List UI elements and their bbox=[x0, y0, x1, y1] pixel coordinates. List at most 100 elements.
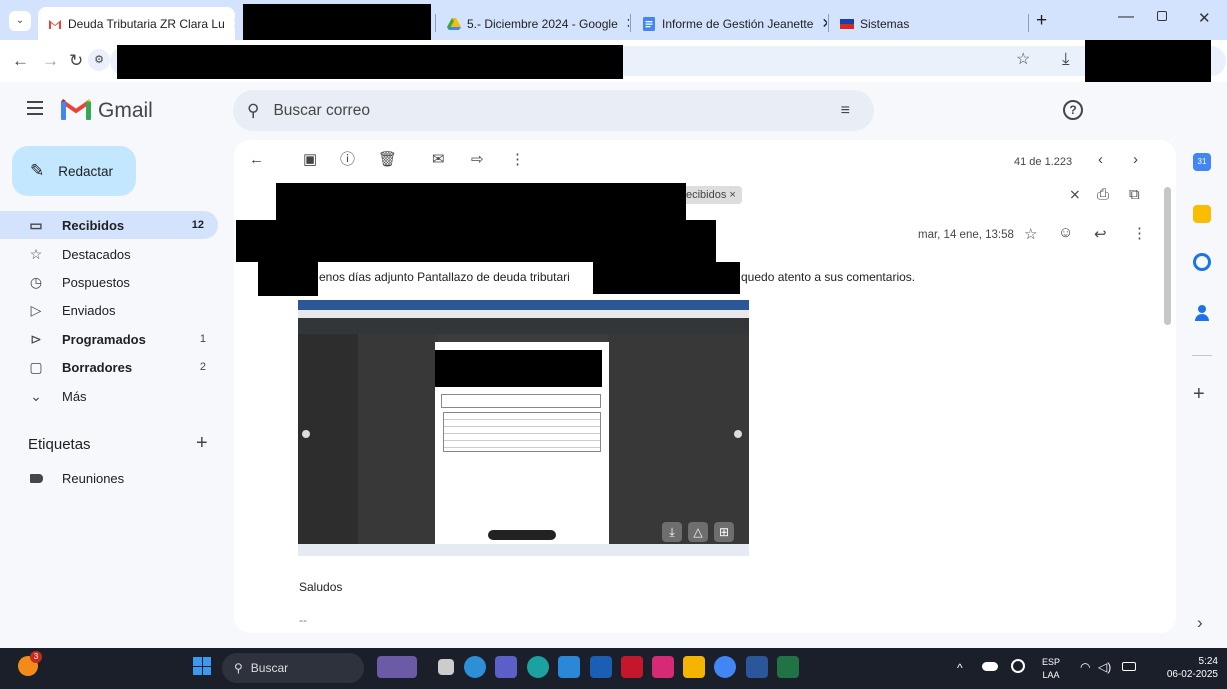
clock-icon: ◷ bbox=[29, 273, 43, 290]
label-chip[interactable]: ecibidos × bbox=[686, 186, 742, 204]
item-count: 2 bbox=[199, 361, 206, 373]
file-explorer-icon[interactable] bbox=[683, 656, 705, 678]
keep-icon[interactable] bbox=[1193, 205, 1211, 223]
sidebar-item-label: Programados bbox=[62, 331, 146, 347]
sidebar-item-label: Destacados bbox=[62, 246, 131, 262]
emoji-reaction-icon[interactable]: ☺ bbox=[1058, 225, 1073, 240]
sidebar-item-enviados[interactable]: ▷ Enviados bbox=[0, 296, 220, 324]
message-body-part1: enos días adjunto Pantallazo de deuda tr… bbox=[319, 270, 570, 284]
tab-deuda-tributaria[interactable]: Deuda Tributaria ZR Clara Lu ✕ bbox=[38, 7, 235, 40]
search-input[interactable]: Buscar correo bbox=[273, 102, 369, 120]
sidebar-item-programados[interactable]: ⊳ Programados 1 bbox=[0, 325, 220, 353]
contacts-icon[interactable] bbox=[1195, 305, 1209, 321]
clock[interactable]: 5:24 06-02-2025 bbox=[1152, 655, 1218, 681]
bookmark-star-icon[interactable]: ☆ bbox=[1016, 52, 1030, 68]
message-scrollbar[interactable] bbox=[1164, 187, 1171, 325]
reload-icon[interactable]: ↻ bbox=[69, 52, 83, 69]
print-icon[interactable]: ⎙ bbox=[1097, 187, 1109, 202]
move-to-icon[interactable]: ⇨ bbox=[471, 152, 484, 167]
mhp-app-icon[interactable] bbox=[590, 656, 612, 678]
compose-button[interactable]: ✎ Redactar bbox=[12, 146, 136, 196]
older-icon[interactable]: › bbox=[1133, 152, 1138, 167]
download-icon[interactable]: ⤓ bbox=[1062, 50, 1070, 67]
tab-search-button[interactable]: ⌄ bbox=[9, 11, 31, 31]
taskbar-search-label: Buscar bbox=[250, 661, 289, 675]
pencil-icon: ✎ bbox=[30, 161, 45, 180]
calendar-icon[interactable]: 31 bbox=[1193, 153, 1211, 171]
site-info-icon[interactable]: ⚙ bbox=[88, 49, 110, 71]
wifi-icon[interactable]: ◠ bbox=[1080, 660, 1090, 674]
main-menu-icon[interactable] bbox=[27, 101, 43, 115]
close-tab-icon[interactable]: ✕ bbox=[225, 15, 235, 32]
delete-icon[interactable]: 🗑 bbox=[378, 152, 397, 167]
mcafee-icon[interactable] bbox=[621, 656, 643, 678]
sidebar-item-destacados[interactable]: ☆ Destacados bbox=[0, 240, 220, 268]
newer-icon[interactable]: ‹ bbox=[1098, 152, 1103, 167]
minimize-icon[interactable]: — bbox=[1118, 8, 1134, 26]
archive-icon[interactable]: ▣ bbox=[303, 152, 317, 167]
get-addons-icon[interactable]: + bbox=[1193, 383, 1205, 406]
excel-icon[interactable] bbox=[777, 656, 799, 678]
inline-image-screenshot[interactable]: ⤓ △ ⊞ bbox=[298, 300, 749, 556]
add-to-photos-icon[interactable]: ⊞ bbox=[714, 522, 734, 542]
collapse-all-icon[interactable]: ⨯ bbox=[1069, 187, 1081, 201]
taskbar-search[interactable]: ⚲ Buscar bbox=[222, 653, 364, 683]
add-label-icon[interactable]: + bbox=[196, 432, 208, 455]
tab-diciembre-2024[interactable]: 5.- Diciembre 2024 - Google ✕ bbox=[437, 7, 629, 40]
chrome-icon[interactable] bbox=[714, 656, 736, 678]
tab-title: Sistemas bbox=[860, 16, 910, 31]
onedrive-icon[interactable] bbox=[982, 662, 998, 671]
edge-icon[interactable] bbox=[527, 656, 549, 678]
label-item-reuniones[interactable]: Reuniones bbox=[0, 464, 220, 492]
windows-start-icon[interactable] bbox=[193, 657, 211, 675]
instagram-icon[interactable] bbox=[652, 656, 674, 678]
tab-informe-gestion[interactable]: Informe de Gestión Jeanette ✕ bbox=[632, 7, 827, 40]
download-attachment-icon[interactable]: ⤓ bbox=[662, 522, 682, 542]
teams-icon[interactable] bbox=[495, 656, 517, 678]
sidebar-item-pospuestos[interactable]: ◷ Pospuestos bbox=[0, 268, 220, 296]
sidebar-item-recibidos[interactable]: ▭ Recibidos 12 bbox=[0, 211, 218, 239]
copilot-icon[interactable] bbox=[464, 656, 486, 678]
expand-side-panel-icon[interactable]: › bbox=[1197, 613, 1203, 633]
close-window-icon[interactable]: ✕ bbox=[1198, 9, 1211, 27]
search-options-icon[interactable]: ≡ bbox=[841, 102, 850, 120]
docs-icon bbox=[643, 16, 655, 31]
restore-icon[interactable] bbox=[1157, 11, 1167, 21]
report-spam-icon[interactable]: ⓘ bbox=[340, 152, 355, 167]
search-highlight-icon[interactable] bbox=[377, 656, 417, 678]
lang-bottom: LAA bbox=[1042, 670, 1060, 680]
back-to-inbox-icon[interactable]: ← bbox=[249, 152, 264, 167]
close-tab-icon[interactable]: ✕ bbox=[618, 15, 629, 32]
message-more-icon[interactable]: ⋮ bbox=[1132, 226, 1147, 241]
tab-title: Informe de Gestión Jeanette bbox=[662, 16, 814, 31]
open-new-window-icon[interactable]: ⧉ bbox=[1129, 187, 1140, 202]
tasks-icon[interactable] bbox=[1193, 253, 1211, 271]
battery-icon[interactable] bbox=[1122, 662, 1136, 671]
volume-icon[interactable]: ◁) bbox=[1098, 660, 1111, 674]
help-icon[interactable]: ? bbox=[1063, 100, 1083, 120]
sidebar-item-label: Enviados bbox=[62, 302, 116, 318]
sidebar-item-borradores[interactable]: ▢ Borradores 2 bbox=[0, 353, 220, 381]
search-bar[interactable]: ⚲ Buscar correo ≡ bbox=[233, 90, 874, 131]
tab-sistemas[interactable]: Sistemas ✕ bbox=[830, 7, 1026, 40]
mark-unread-icon[interactable]: ✉ bbox=[432, 152, 445, 167]
scheduled-icon: ⊳ bbox=[30, 330, 42, 347]
sidebar-item-mas[interactable]: ⌄ Más bbox=[0, 382, 220, 410]
close-tab-icon[interactable]: ✕ bbox=[1019, 15, 1026, 32]
close-tab-icon[interactable]: ✕ bbox=[813, 15, 827, 32]
search-icon[interactable]: ⚲ bbox=[247, 101, 259, 121]
word-icon[interactable] bbox=[746, 656, 768, 678]
more-options-icon[interactable]: ⋮ bbox=[510, 152, 525, 167]
reply-icon[interactable]: ↩ bbox=[1094, 227, 1107, 242]
widgets-tray-icon[interactable] bbox=[1011, 659, 1025, 673]
calculator-icon[interactable] bbox=[558, 656, 580, 678]
forward-icon[interactable]: → bbox=[42, 52, 59, 69]
back-icon[interactable]: ← bbox=[12, 52, 29, 69]
tray-chevron-icon[interactable]: ^ bbox=[957, 661, 963, 675]
tab-title: Deuda Tributaria ZR Clara Lu bbox=[68, 16, 225, 31]
new-tab-button[interactable]: + bbox=[1036, 10, 1047, 32]
language-indicator[interactable]: ESP LAA bbox=[1042, 656, 1060, 682]
task-view-icon[interactable] bbox=[438, 659, 454, 675]
save-to-drive-icon[interactable]: △ bbox=[688, 522, 708, 542]
star-message-icon[interactable]: ☆ bbox=[1024, 227, 1037, 242]
